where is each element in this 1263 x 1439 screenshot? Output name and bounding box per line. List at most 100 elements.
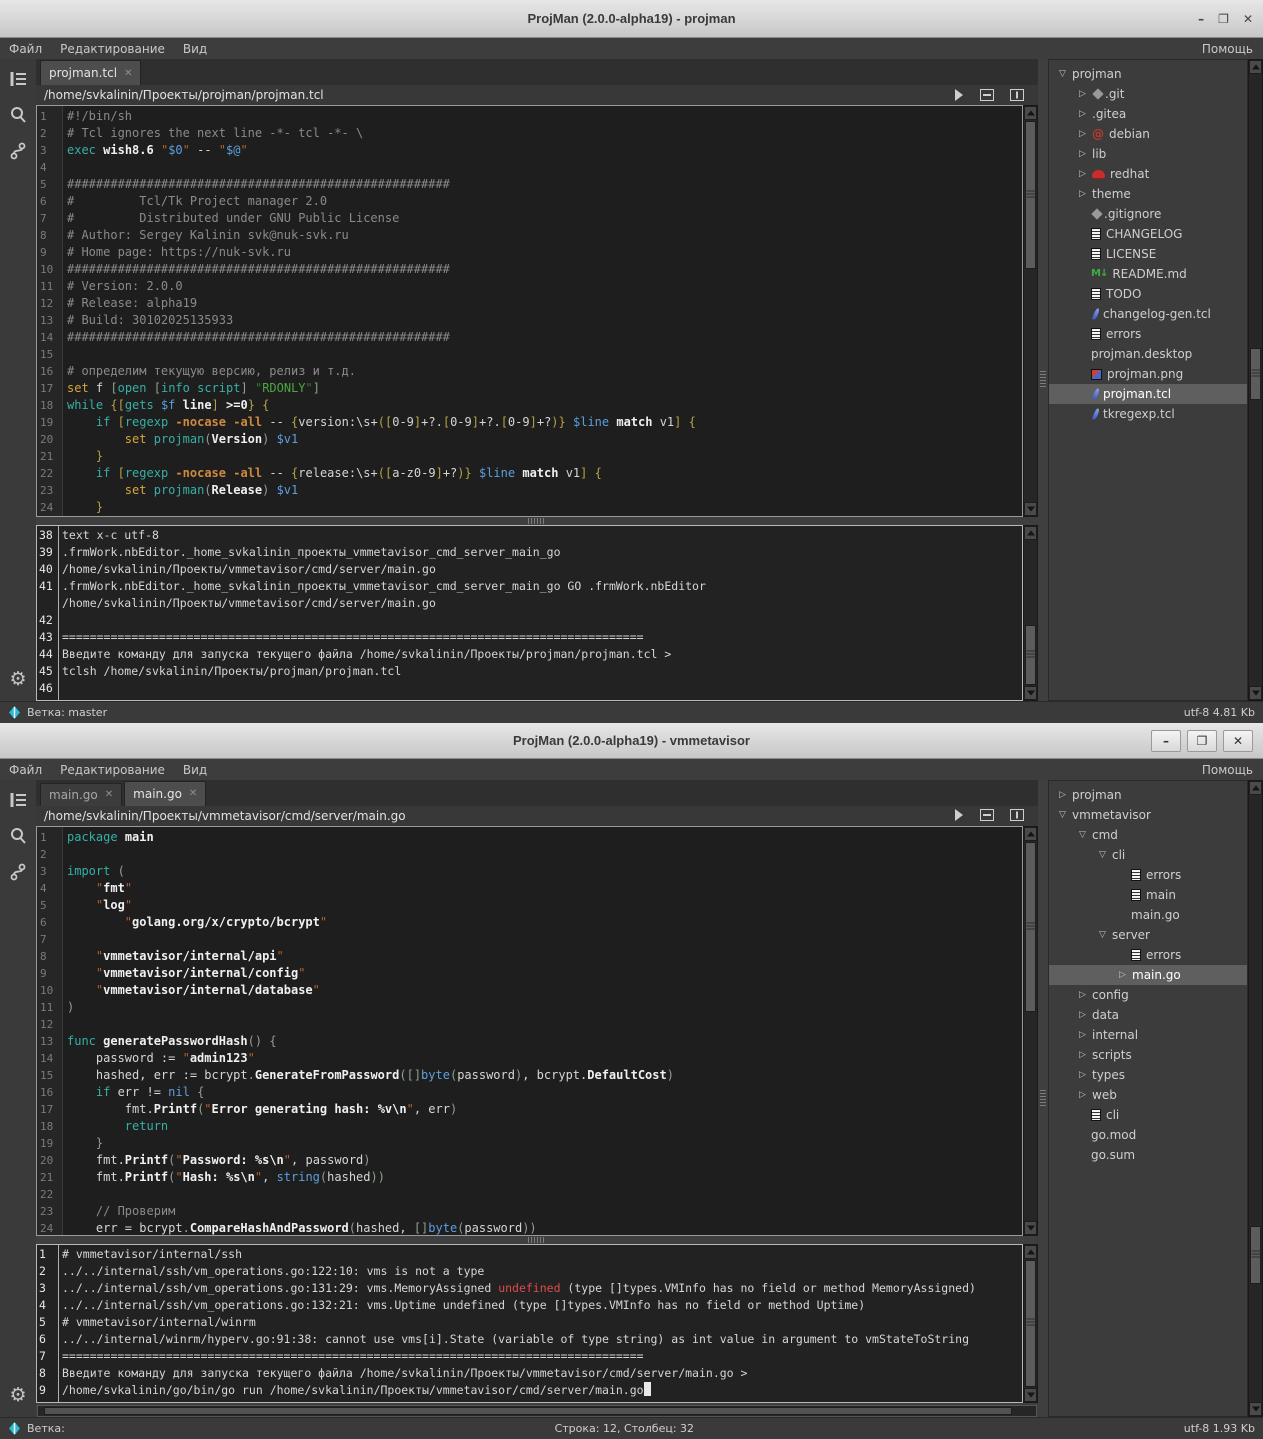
expander-closed-icon[interactable]: ▷ <box>1079 184 1092 204</box>
tree-item-changelog-gen.tcl[interactable]: changelog-gen.tcl <box>1049 304 1247 324</box>
expander-closed-icon[interactable]: ▷ <box>1059 785 1072 805</box>
titlebar[interactable]: ProjMan (2.0.0-alpha19) - vmmetavisor – … <box>0 723 1263 759</box>
menu-item-Вид[interactable]: Вид <box>174 42 216 56</box>
code-editor[interactable]: 123456789101112131415161718192021222324 … <box>36 105 1023 517</box>
scroll-up-button[interactable] <box>1024 1245 1037 1259</box>
scroll-down-button[interactable] <box>1024 1388 1037 1402</box>
expander-closed-icon[interactable]: ▷ <box>1079 1085 1092 1105</box>
tree-item-errors[interactable]: errors <box>1049 324 1247 344</box>
search-icon[interactable] <box>7 105 29 125</box>
tree-item-errors[interactable]: errors <box>1049 945 1247 965</box>
split-horizontal-button[interactable] <box>980 806 994 825</box>
splitter-vertical[interactable] <box>1038 59 1048 701</box>
scrollbar-thumb[interactable] <box>1250 348 1261 400</box>
scroll-down-button[interactable] <box>1024 1221 1037 1235</box>
tree-item-web[interactable]: ▷web <box>1049 1085 1247 1105</box>
editor-scrollbar[interactable] <box>1023 105 1038 517</box>
expander-open-icon[interactable]: ▽ <box>1099 925 1112 945</box>
scroll-down-button[interactable] <box>1249 686 1262 700</box>
splitter-horizontal[interactable] <box>36 517 1038 525</box>
menu-item-Вид[interactable]: Вид <box>174 763 216 777</box>
expander-closed-icon[interactable]: ▷ <box>1079 1045 1092 1065</box>
menu-help[interactable]: Помощь <box>1193 42 1263 56</box>
scroll-up-button[interactable] <box>1249 60 1262 74</box>
maximize-button[interactable]: ❐ <box>1187 730 1217 752</box>
run-button[interactable] <box>954 86 964 105</box>
maximize-button[interactable]: ❐ <box>1218 13 1229 25</box>
tree-item-.git[interactable]: ▷.git <box>1049 84 1247 104</box>
tree-item-debian[interactable]: ▷@debian <box>1049 124 1247 144</box>
tree-item-scripts[interactable]: ▷scripts <box>1049 1045 1247 1065</box>
expander-closed-icon[interactable]: ▷ <box>1079 124 1092 144</box>
tree-item-main.go[interactable]: ▷main.go <box>1049 965 1247 985</box>
menu-item-Файл[interactable]: Файл <box>0 42 51 56</box>
scrollbar-thumb[interactable] <box>1025 1260 1036 1388</box>
tab-projman.tcl[interactable]: projman.tcl✕ <box>40 60 141 85</box>
tab-close-icon[interactable]: ✕ <box>105 789 113 800</box>
expander-closed-icon[interactable]: ▷ <box>1079 1065 1092 1085</box>
tab-main.go[interactable]: main.go✕ <box>124 781 206 806</box>
tree-item-CHANGELOG[interactable]: CHANGELOG <box>1049 224 1247 244</box>
tree-item-theme[interactable]: ▷theme <box>1049 184 1247 204</box>
minimize-button[interactable]: – <box>1198 13 1204 25</box>
expander-open-icon[interactable]: ▽ <box>1059 805 1072 825</box>
tree-item-.gitea[interactable]: ▷.gitea <box>1049 104 1247 124</box>
expander-closed-icon[interactable]: ▷ <box>1079 164 1092 184</box>
menu-item-Файл[interactable]: Файл <box>0 763 51 777</box>
titlebar[interactable]: ProjMan (2.0.0-alpha19) - projman – ❐ ✕ <box>0 0 1263 38</box>
code-editor[interactable]: 123456789101112131415161718192021222324 … <box>36 826 1023 1236</box>
tree-item-cmd[interactable]: ▽cmd <box>1049 825 1247 845</box>
scroll-up-button[interactable] <box>1249 781 1262 795</box>
console[interactable]: 123456789 # vmmetavisor/internal/ssh../.… <box>36 1244 1023 1404</box>
tree-scrollbar[interactable] <box>1248 780 1263 1417</box>
scroll-down-button[interactable] <box>1249 1402 1262 1416</box>
splitter-vertical[interactable] <box>1038 780 1048 1417</box>
tree-item-vmmetavisor[interactable]: ▽vmmetavisor <box>1049 805 1247 825</box>
tree-item-projman.tcl[interactable]: projman.tcl <box>1049 384 1247 404</box>
tree-item-projman[interactable]: ▷projman <box>1049 785 1247 805</box>
tree-item-tkregexp.tcl[interactable]: tkregexp.tcl <box>1049 404 1247 424</box>
project-list-icon[interactable] <box>7 69 29 89</box>
scrollbar-thumb[interactable] <box>1025 625 1036 685</box>
scroll-up-button[interactable] <box>1024 827 1037 841</box>
tree-item-main.go[interactable]: main.go <box>1049 905 1247 925</box>
tree-item-go.mod[interactable]: go.mod <box>1049 1125 1247 1145</box>
close-button[interactable]: ✕ <box>1223 730 1253 752</box>
splitter-grip[interactable] <box>1040 1090 1046 1108</box>
settings-gear-icon[interactable]: ⚙ <box>7 1385 29 1405</box>
expander-open-icon[interactable]: ▽ <box>1099 845 1112 865</box>
console[interactable]: 383940414243444546 text x-c utf-8.frmWor… <box>36 525 1023 701</box>
expander-closed-icon[interactable]: ▷ <box>1079 144 1092 164</box>
tree-item-data[interactable]: ▷data <box>1049 1005 1247 1025</box>
scroll-up-button[interactable] <box>1024 526 1037 540</box>
tree-item-go.sum[interactable]: go.sum <box>1049 1145 1247 1165</box>
expander-closed-icon[interactable]: ▷ <box>1079 84 1092 104</box>
console-horizontal-scrollbar[interactable] <box>37 1405 1037 1417</box>
expander-open-icon[interactable]: ▽ <box>1059 64 1072 84</box>
tree-item-README.md[interactable]: M↓README.md <box>1049 264 1247 284</box>
git-branch-icon[interactable] <box>7 141 29 161</box>
tree-item-lib[interactable]: ▷lib <box>1049 144 1247 164</box>
expander-closed-icon[interactable]: ▷ <box>1079 1005 1092 1025</box>
editor-scrollbar[interactable] <box>1023 826 1038 1236</box>
console-scrollbar[interactable] <box>1023 1244 1038 1404</box>
tab-close-icon[interactable]: ✕ <box>124 68 132 79</box>
tree-item-cli[interactable]: ▽cli <box>1049 845 1247 865</box>
tree-item-internal[interactable]: ▷internal <box>1049 1025 1247 1045</box>
expander-closed-icon[interactable]: ▷ <box>1119 965 1132 985</box>
tab-close-icon[interactable]: ✕ <box>189 788 197 799</box>
scroll-down-button[interactable] <box>1024 686 1037 700</box>
tree-scrollbar[interactable] <box>1248 59 1263 701</box>
splitter-grip[interactable] <box>528 518 546 524</box>
tree-item-LICENSE[interactable]: LICENSE <box>1049 244 1247 264</box>
menu-help[interactable]: Помощь <box>1193 763 1263 777</box>
scrollbar-thumb[interactable] <box>1250 1226 1261 1284</box>
tree-item-cli[interactable]: cli <box>1049 1105 1247 1125</box>
split-horizontal-button[interactable] <box>980 86 994 105</box>
expander-closed-icon[interactable]: ▷ <box>1079 1025 1092 1045</box>
tree-item-TODO[interactable]: TODO <box>1049 284 1247 304</box>
search-icon[interactable] <box>7 826 29 846</box>
tree-item-errors[interactable]: errors <box>1049 865 1247 885</box>
expander-closed-icon[interactable]: ▷ <box>1079 104 1092 124</box>
expander-open-icon[interactable]: ▽ <box>1079 825 1092 845</box>
